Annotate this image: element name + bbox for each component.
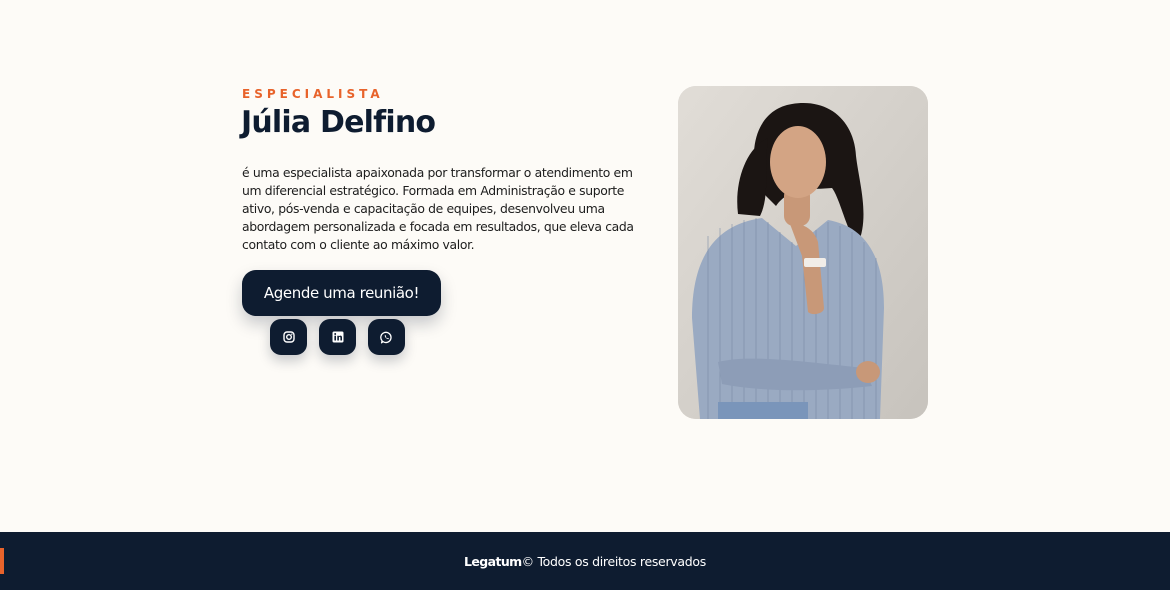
footer-copyright: Legatum© Todos os direitos reservados bbox=[464, 554, 706, 569]
schedule-meeting-button[interactable]: Agende uma reunião! bbox=[242, 270, 441, 316]
footer: Legatum© Todos os direitos reservados bbox=[0, 532, 1170, 590]
page: ESPECIALISTA Júlia Delfino é uma especia… bbox=[0, 0, 1170, 590]
linkedin-icon bbox=[332, 331, 343, 343]
instagram-link[interactable] bbox=[270, 319, 307, 355]
instagram-icon bbox=[282, 331, 295, 343]
whatsapp-icon bbox=[380, 331, 392, 343]
footer-accent-bar bbox=[0, 548, 4, 574]
footer-brand: Legatum bbox=[464, 553, 522, 569]
specialist-name: Júlia Delfino bbox=[241, 105, 436, 140]
eyebrow-label: ESPECIALISTA bbox=[242, 87, 384, 101]
linkedin-link[interactable] bbox=[319, 319, 356, 355]
whatsapp-link[interactable] bbox=[368, 319, 405, 355]
specialist-bio: é uma especialista apaixonada por transf… bbox=[242, 165, 634, 252]
footer-copyright-text: © Todos os direitos reservados bbox=[521, 553, 707, 569]
specialist-photo bbox=[678, 86, 928, 419]
